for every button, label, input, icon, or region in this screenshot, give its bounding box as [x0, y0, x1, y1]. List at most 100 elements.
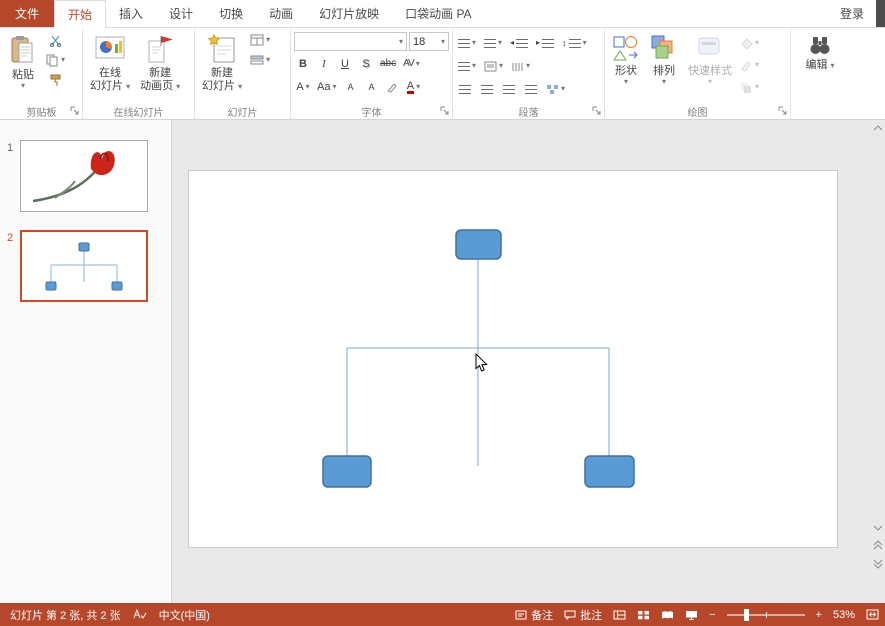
- spell-check-button[interactable]: [133, 609, 147, 620]
- paragraph-dialog-launcher[interactable]: [592, 106, 602, 116]
- tab-insert[interactable]: 插入: [106, 0, 156, 27]
- columns-button[interactable]: ▾: [509, 56, 532, 76]
- new-slide-label-2: 幻灯片: [202, 80, 235, 92]
- next-slide-button[interactable]: [873, 559, 883, 569]
- align-right-button[interactable]: [500, 79, 518, 99]
- subscript-button[interactable]: A: [362, 77, 380, 97]
- notes-icon: [515, 610, 527, 620]
- mouse-cursor: [475, 353, 488, 372]
- cut-button[interactable]: [44, 30, 67, 50]
- format-painter-button[interactable]: [44, 70, 67, 90]
- tab-pocket-animation[interactable]: 口袋动画 PA: [392, 0, 484, 27]
- bold-button[interactable]: B: [294, 54, 312, 74]
- slide-layout-button[interactable]: ▾: [248, 30, 272, 50]
- paste-icon: [8, 34, 38, 69]
- paste-button[interactable]: 粘贴 ▾: [4, 30, 42, 102]
- font-name-combobox[interactable]: ▾: [294, 32, 407, 51]
- new-animation-page-button[interactable]: 新建 动画页 ▾: [136, 30, 184, 102]
- slides-group-label: 幻灯片: [228, 104, 258, 119]
- tab-file[interactable]: 文件: [0, 0, 54, 27]
- arrange-caret-icon: ▾: [662, 78, 666, 86]
- font-color-button[interactable]: A▾: [404, 77, 422, 97]
- shape-outline-icon: [740, 60, 753, 71]
- align-center-button[interactable]: [478, 79, 496, 99]
- online-slides-label-2: 幻灯片: [90, 80, 123, 92]
- zoom-level[interactable]: 53%: [833, 609, 855, 621]
- increase-indent-button[interactable]: ▸: [534, 33, 556, 53]
- tab-design[interactable]: 设计: [156, 0, 206, 27]
- statusbar-slide-info[interactable]: 幻灯片 第 2 张, 共 2 张: [10, 607, 121, 623]
- shape-effects-button[interactable]: ▾: [738, 77, 761, 97]
- slide-sorter-view-button[interactable]: [637, 610, 650, 620]
- login-button[interactable]: 登录: [828, 0, 876, 27]
- slide-editing-surface[interactable]: [188, 170, 838, 548]
- shape-outline-button[interactable]: ▾: [738, 55, 761, 75]
- convert-smartart-button[interactable]: ▾: [544, 79, 567, 99]
- tab-transitions[interactable]: 切换: [206, 0, 256, 27]
- underline-button[interactable]: U: [336, 54, 354, 74]
- justify-button[interactable]: [522, 79, 540, 99]
- font-dialog-launcher[interactable]: [440, 106, 450, 116]
- text-direction-button[interactable]: ▾: [456, 56, 478, 76]
- line-spacing-button[interactable]: ↕▾: [560, 33, 589, 53]
- font-size-combobox[interactable]: 18 ▾: [409, 32, 449, 51]
- change-case-button[interactable]: Aa▾: [315, 77, 338, 97]
- org-chart-right-box[interactable]: [585, 456, 634, 487]
- slide-section-button[interactable]: ▾: [248, 50, 272, 70]
- character-spacing-caret-icon: ▾: [416, 60, 420, 68]
- numbering-button[interactable]: ▾: [482, 33, 504, 53]
- slide-1-thumbnail[interactable]: [20, 140, 148, 212]
- org-chart-left-box[interactable]: [323, 456, 371, 487]
- shape-fill-button[interactable]: ▾: [738, 33, 761, 53]
- arrange-button[interactable]: 排列 ▾: [646, 30, 682, 102]
- zoom-slider-thumb[interactable]: [744, 609, 749, 621]
- shapes-button[interactable]: 形状 ▾: [608, 30, 644, 102]
- normal-view-button[interactable]: [613, 610, 626, 620]
- clipboard-dialog-launcher[interactable]: [70, 106, 80, 116]
- bullets-button[interactable]: ▾: [456, 33, 478, 53]
- zoom-out-button[interactable]: −: [709, 609, 715, 621]
- zoom-slider[interactable]: [727, 614, 805, 616]
- slide-2-thumbnail[interactable]: [20, 230, 148, 302]
- scroll-up-button[interactable]: [873, 125, 883, 131]
- character-shadow-button[interactable]: A▾: [294, 77, 312, 97]
- status-bar: 幻灯片 第 2 张, 共 2 张 中文(中国) 备注 批注: [0, 603, 885, 626]
- new-slide-button[interactable]: 新建 幻灯片 ▾: [198, 30, 246, 102]
- columns-caret-icon: ▾: [526, 62, 530, 70]
- font-name-caret-icon: ▾: [399, 38, 403, 46]
- new-slide-label-1: 新建: [211, 67, 233, 80]
- new-animation-page-label-2: 动画页: [140, 80, 173, 92]
- previous-slide-button[interactable]: [873, 540, 883, 550]
- drawing-dialog-launcher[interactable]: [778, 106, 788, 116]
- tab-home[interactable]: 开始: [54, 0, 106, 28]
- character-spacing-button[interactable]: AV▾: [401, 54, 422, 74]
- clear-formatting-button[interactable]: [383, 77, 401, 97]
- text-shadow-button[interactable]: S: [357, 54, 375, 74]
- strikethrough-button[interactable]: abc: [378, 54, 398, 74]
- bullets-icon: [458, 39, 470, 48]
- decrease-indent-button[interactable]: ◂: [508, 33, 530, 53]
- vertical-scrollbar[interactable]: [870, 120, 885, 603]
- statusbar-language[interactable]: 中文(中国): [159, 607, 210, 623]
- italic-button[interactable]: I: [315, 54, 333, 74]
- align-left-button[interactable]: [456, 79, 474, 99]
- edit-button[interactable]: 编辑 ▾: [801, 30, 838, 102]
- align-text-button[interactable]: ▾: [482, 56, 505, 76]
- reading-view-button[interactable]: [661, 610, 674, 620]
- line-spacing-icon: [569, 39, 581, 48]
- superscript-button[interactable]: A: [341, 77, 359, 97]
- fit-slide-to-window-button[interactable]: [866, 609, 879, 620]
- tab-slideshow[interactable]: 幻灯片放映: [306, 0, 392, 27]
- org-chart-top-box[interactable]: [456, 230, 501, 259]
- comments-toggle-button[interactable]: 批注: [564, 607, 602, 623]
- workspace: 1 2: [0, 120, 885, 603]
- quick-styles-button[interactable]: 快速样式 ▾: [684, 30, 736, 102]
- zoom-in-button[interactable]: +: [816, 609, 822, 621]
- online-slides-button[interactable]: 在线 幻灯片 ▾: [86, 30, 134, 102]
- font-size-value: 18: [413, 36, 425, 48]
- scroll-down-button[interactable]: [873, 525, 883, 531]
- copy-button[interactable]: ▾: [44, 50, 67, 70]
- tab-animations[interactable]: 动画: [256, 0, 306, 27]
- notes-toggle-button[interactable]: 备注: [515, 607, 553, 623]
- slideshow-view-button[interactable]: [685, 610, 698, 620]
